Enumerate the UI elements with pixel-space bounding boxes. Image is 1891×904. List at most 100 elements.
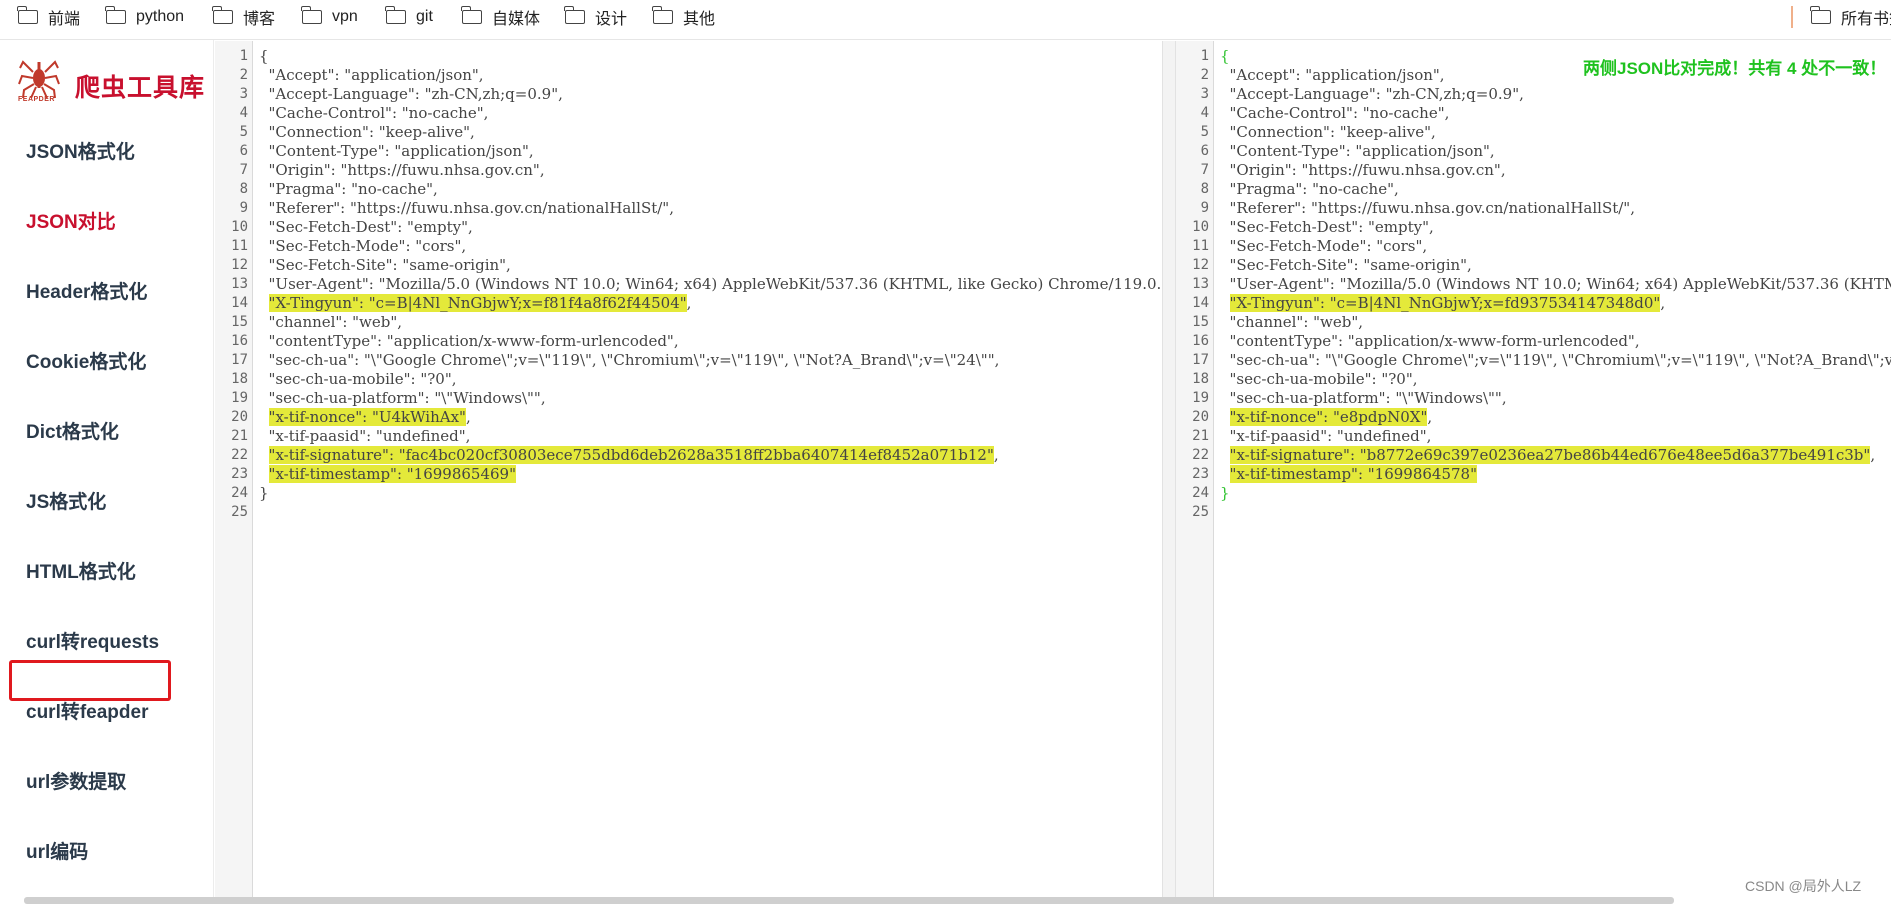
code-line: "x-tif-paasid": "undefined", [1220,427,1432,445]
code-line: "contentType": "application/x-www-form-u… [1220,332,1640,350]
line-number: 18 [1192,371,1209,387]
line-number: 6 [1200,143,1209,159]
line-number: 7 [1200,162,1209,178]
line-number: 8 [1200,181,1209,197]
line-number: 4 [239,105,248,121]
left-code-area[interactable]: { "Accept": "application/json", "Accept-… [259,47,1162,522]
horizontal-scrollbar[interactable] [24,897,1674,904]
brand-title[interactable]: 爬虫工具库 [75,68,205,104]
line-number: 14 [231,295,248,311]
line-number: 22 [1192,447,1209,463]
code-line: "sec-ch-ua": "\"Google Chrome\";v=\"119\… [259,351,1000,369]
right-json-editor[interactable]: 1 2 3 4 5 6 7 8 9 10 11 12 13 14 15 16 17 18 19 20 21 22 23 24 2… [1176,41,1891,904]
folder-icon [385,5,406,24]
line-number: 9 [239,200,248,216]
line-number: 15 [231,314,248,330]
nav-item-curl-to-feapder[interactable]: curl转feapder [26,697,148,724]
folder-icon [564,5,585,24]
code-line: "Sec-Fetch-Dest": "empty", [1220,218,1434,236]
diff-highlight: "x-tif-nonce": "U4kWihAx" [268,408,466,426]
bookmark-folder-frontend[interactable]: 前端 [17,0,80,33]
code-line: "Sec-Fetch-Site": "same-origin", [259,256,511,274]
watermark: CSDN @局外人LZ [1745,878,1862,894]
code-line: "Sec-Fetch-Mode": "cors", [259,237,467,255]
code-line: "x-tif-nonce": "U4kWihAx", [268,408,471,426]
folder-icon [17,5,38,24]
diff-highlight: "X-Tingyun": "c=B|4Nl_NnGbjwY;x=fd937534… [1229,294,1661,312]
folder-icon [652,5,673,24]
diff-highlight: "x-tif-timestamp": "1699864578" [1229,465,1477,483]
line-number: 12 [231,257,248,273]
code-line: "Pragma": "no-cache", [1220,180,1399,198]
line-number: 2 [239,67,248,83]
folder-icon [105,5,126,24]
line-number: 23 [1192,466,1209,482]
nav-item-dict-format[interactable]: Dict格式化 [26,417,119,444]
line-number: 21 [1192,428,1209,444]
folder-icon [1810,5,1831,24]
code-line: "sec-ch-ua-platform": "\"Windows\"", [1220,389,1507,407]
line-number: 5 [239,124,248,140]
line-number-gutter: 1 2 3 4 5 6 7 8 9 10 11 12 13 14 15 16 17 18 19 20 21 22 23 24 2… [215,41,253,904]
code-line: "User-Agent": "Mozilla/5.0 (Windows NT 1… [268,275,1162,293]
line-number: 19 [1192,390,1209,406]
bookmark-folder-git[interactable]: git [385,0,433,33]
sidebar: FEAPDER 爬虫工具库 JSON格式化 JSON对比 Header格式化 C… [0,40,214,904]
nav-item-header-format[interactable]: Header格式化 [26,277,147,304]
line-number: 19 [231,390,248,406]
line-number: 21 [231,428,248,444]
line-number: 5 [1200,124,1209,140]
nav-item-json-compare[interactable]: JSON对比 [26,207,116,234]
nav-item-curl-to-requests[interactable]: curl转requests [26,627,159,654]
code-line: "Accept-Language": "zh-CN,zh;q=0.9", [1220,85,1524,103]
line-number: 22 [231,447,248,463]
all-bookmarks-button[interactable]: 所有书签 [1810,0,1891,33]
code-line: "sec-ch-ua-platform": "\"Windows\"", [259,389,546,407]
line-number: 9 [1200,200,1209,216]
editor-divider[interactable] [1162,41,1176,904]
diff-highlight: "X-Tingyun": "c=B|4Nl_NnGbjwY;x=f81f4a8f… [268,294,687,312]
bookmark-folder-other[interactable]: 其他 [652,0,715,33]
nav-item-url-params[interactable]: url参数提取 [26,767,126,794]
bookmark-folder-media[interactable]: 自媒体 [461,0,540,33]
code-line: "X-Tingyun": "c=B|4Nl_NnGbjwY;x=f81f4a8f… [268,294,692,312]
bookmark-folder-python[interactable]: python [105,0,185,33]
line-number: 13 [231,276,248,292]
bookmark-label: 设计 [595,10,628,28]
nav-item-json-format[interactable]: JSON格式化 [26,137,135,164]
code-line: "x-tif-paasid": "undefined", [259,427,471,445]
diff-highlight: "x-tif-timestamp": "1699865469" [268,465,516,483]
nav-item-js-format[interactable]: JS格式化 [26,487,106,514]
nav-item-html-format[interactable]: HTML格式化 [26,557,136,584]
line-number: 16 [231,333,248,349]
bookmark-folder-blog[interactable]: 博客 [212,0,276,33]
bookmark-label: 博客 [243,10,276,28]
code-line: "sec-ch-ua": "\"Google Chrome\";v=\"119\… [1220,351,1891,369]
nav-item-url-encode[interactable]: url编码 [26,837,88,864]
code-line: "Connection": "keep-alive", [259,123,475,141]
code-line: "Cache-Control": "no-cache", [259,104,489,122]
code-line: "Accept-Language": "zh-CN,zh;q=0.9", [259,85,563,103]
line-number: 2 [1200,67,1209,83]
line-number: 1 [1200,48,1209,64]
code-line: "x-tif-timestamp": "1699864578" [1220,465,1891,484]
line-number: 11 [231,238,248,254]
code-line: "Referer": "https://fuwu.nhsa.gov.cn/nat… [259,199,674,217]
left-json-editor[interactable]: 1 2 3 4 5 6 7 8 9 10 11 12 13 14 15 16 17 18 19 20 21 22 23 24 2… [215,41,1162,904]
code-line: "channel": "web", [259,313,403,331]
code-line: { [259,47,269,65]
bookmark-folder-design[interactable]: 设计 [564,0,628,33]
code-line: "x-tif-signature": "fac4bc020cf30803ece7… [268,446,999,464]
right-code-area[interactable]: { "Accept": "application/json", "Accept-… [1220,47,1891,522]
line-number: 17 [1192,352,1209,368]
nav-item-cookie-format[interactable]: Cookie格式化 [26,347,146,374]
line-number: 7 [239,162,248,178]
bookmark-folder-vpn[interactable]: vpn [301,0,358,33]
bookmark-label: python [136,7,185,25]
line-number: 18 [231,371,248,387]
line-number: 24 [231,485,248,501]
code-line: "sec-ch-ua-mobile": "?0", [1220,370,1418,388]
code-line: "x-tif-timestamp": "1699865469" [259,465,1162,484]
